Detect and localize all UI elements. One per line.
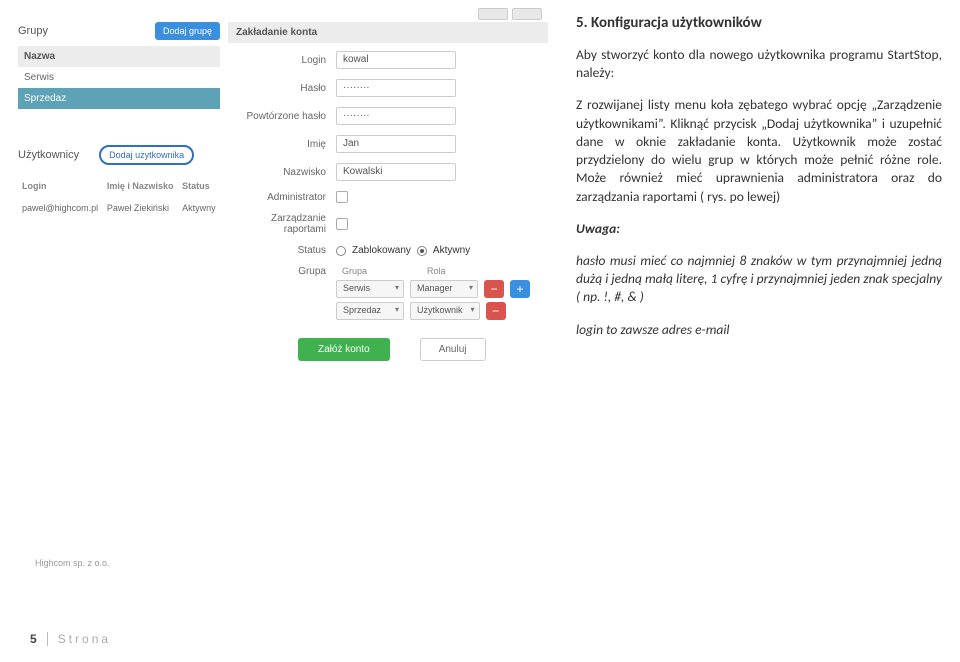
create-account-button[interactable]: Załóż konto bbox=[298, 338, 390, 361]
section-heading: 5. Konfiguracja użytkowników bbox=[576, 14, 942, 32]
status-blocked-label: Zablokowany bbox=[352, 245, 411, 256]
group-select[interactable]: Sprzedaz bbox=[336, 302, 404, 320]
role-select[interactable]: Użytkownik bbox=[410, 302, 480, 320]
cancel-button[interactable]: Anuluj bbox=[420, 338, 486, 361]
divider bbox=[47, 632, 48, 646]
group-section-label: Grupa bbox=[228, 266, 336, 277]
login-label: Login bbox=[228, 55, 336, 66]
users-heading: Użytkownicy bbox=[18, 149, 79, 161]
group-row[interactable]: Serwis bbox=[18, 67, 220, 88]
paragraph-body: Z rozwijanej listy menu koła zębatego wy… bbox=[576, 96, 942, 205]
user-row[interactable]: pawel@highcom.pl Paweł Ziekiński Aktywny bbox=[18, 197, 220, 219]
admin-checkbox[interactable] bbox=[336, 191, 348, 203]
password-confirm-label: Powtórzone hasło bbox=[228, 111, 336, 122]
reports-checkbox[interactable] bbox=[336, 218, 348, 230]
add-user-button[interactable]: Dodaj użytkownika bbox=[99, 145, 194, 165]
remove-row-button[interactable]: − bbox=[486, 302, 506, 320]
document-text: 5. Konfiguracja użytkowników Aby stworzy… bbox=[548, 8, 942, 560]
status-blocked-radio[interactable] bbox=[336, 246, 346, 256]
status-label: Status bbox=[228, 245, 336, 256]
group-role-row: Sprzedaz Użytkownik − bbox=[336, 302, 548, 320]
users-col-login: Login bbox=[18, 175, 103, 197]
company-name: Highcom sp. z o.o. bbox=[35, 558, 110, 568]
firstname-input[interactable]: Jan bbox=[336, 135, 456, 153]
note-label: Uwaga: bbox=[576, 220, 942, 238]
firstname-label: Imię bbox=[228, 139, 336, 150]
page-label: Strona bbox=[58, 632, 111, 646]
page-footer: 5 Strona bbox=[30, 632, 111, 646]
login-input[interactable]: kowal bbox=[336, 51, 456, 69]
admin-label: Administrator bbox=[228, 192, 336, 203]
role-select[interactable]: Manager bbox=[410, 280, 478, 298]
note-login: login to zawsze adres e-mail bbox=[576, 321, 942, 339]
groups-col-name: Nazwa bbox=[18, 46, 220, 67]
users-table: Login Imię i Nazwisko Status pawel@highc… bbox=[18, 175, 220, 219]
form-title: Zakładanie konta bbox=[228, 22, 548, 43]
password-input[interactable]: ········ bbox=[336, 79, 456, 97]
remove-row-button[interactable]: − bbox=[484, 280, 504, 298]
window-button-1[interactable] bbox=[478, 8, 508, 20]
password-confirm-input[interactable]: ········ bbox=[336, 107, 456, 125]
add-row-button[interactable]: + bbox=[510, 280, 530, 298]
groups-table: Nazwa Serwis Sprzedaz bbox=[18, 46, 220, 109]
group-select[interactable]: Serwis bbox=[336, 280, 404, 298]
window-button-2[interactable] bbox=[512, 8, 542, 20]
groups-heading: Grupy bbox=[18, 25, 48, 37]
reports-label: Zarządzanie raportami bbox=[228, 213, 336, 235]
lastname-label: Nazwisko bbox=[228, 167, 336, 178]
users-col-status: Status bbox=[178, 175, 220, 197]
page-number: 5 bbox=[30, 632, 37, 646]
password-label: Hasło bbox=[228, 83, 336, 94]
note-password: hasło musi mieć co najmniej 8 znaków w t… bbox=[576, 252, 942, 307]
groupcol-group: Grupa bbox=[342, 266, 367, 276]
status-active-radio[interactable] bbox=[417, 246, 427, 256]
lastname-input[interactable]: Kowalski bbox=[336, 163, 456, 181]
groupcol-role: Rola bbox=[427, 266, 446, 276]
status-active-label: Aktywny bbox=[433, 245, 470, 256]
add-group-button[interactable]: Dodaj grupę bbox=[155, 22, 220, 40]
users-col-name: Imię i Nazwisko bbox=[103, 175, 178, 197]
group-row-selected[interactable]: Sprzedaz bbox=[18, 88, 220, 109]
app-screenshot: Grupy Dodaj grupę Nazwa Serwis Sprzedaz … bbox=[18, 8, 548, 560]
paragraph-intro: Aby stworzyć konto dla nowego użytkownik… bbox=[576, 46, 942, 82]
group-role-row: Serwis Manager − + bbox=[336, 280, 548, 298]
